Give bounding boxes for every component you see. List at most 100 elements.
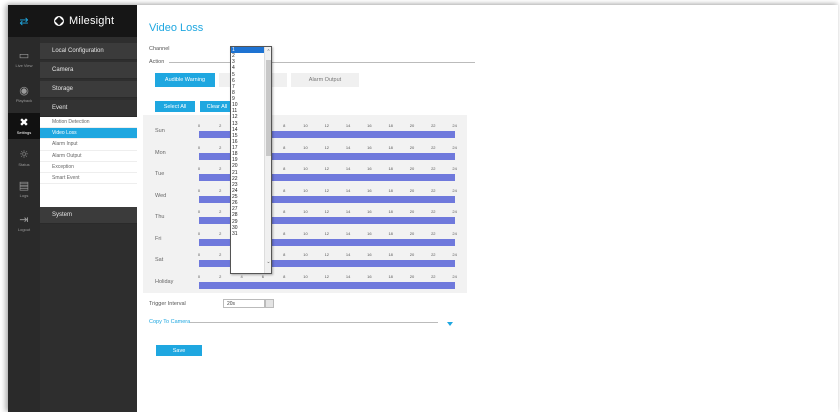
hour-tick: 8 — [283, 230, 286, 236]
nav-event[interactable]: Event — [40, 100, 137, 117]
hour-tick: 2 — [219, 144, 222, 150]
hour-tick: 2 — [219, 123, 222, 128]
playback-icon: ◉ — [19, 84, 29, 97]
rail-item-live-view[interactable]: ▭ Live View — [8, 46, 40, 72]
nav-motion-detection[interactable]: Motion Detection — [40, 117, 137, 129]
hour-tick: 10 — [303, 252, 308, 257]
hour-tick: 0 — [197, 144, 201, 150]
nav-smart-event[interactable]: Smart Event — [40, 173, 137, 185]
hour-tick: 24 — [452, 230, 457, 236]
hour-tick: 22 — [431, 166, 436, 171]
hour-tick: 0 — [197, 273, 201, 279]
event-submenu: Motion Detection Video Loss Alarm Input … — [40, 117, 137, 207]
hour-tick: 12 — [324, 252, 330, 257]
hour-tick: 12 — [324, 273, 330, 279]
hour-tick: 12 — [324, 230, 330, 236]
settings-icon: ✖ — [19, 116, 29, 129]
hour-tick: 6 — [261, 273, 265, 279]
hour-tick: 20 — [409, 166, 415, 171]
scroll-up-icon[interactable]: ⌃ — [266, 49, 271, 55]
hour-tick: 4 — [240, 273, 243, 279]
hour-tick: 24 — [452, 252, 457, 257]
hour-tick: 22 — [431, 209, 436, 214]
logs-icon: ▤ — [18, 179, 30, 192]
nav-video-loss[interactable]: Video Loss — [40, 128, 137, 140]
expand-arrow-icon[interactable] — [447, 322, 453, 326]
tab-audible-warning[interactable]: Audible Warning — [155, 73, 215, 87]
rail-label: Playback — [15, 98, 33, 103]
channel-dropdown[interactable]: 1 2 3 4 5 6 7 8 9 10 11 12 13 14 15 16 17 18 19 20 21 22 23 24 2… — [230, 46, 272, 274]
icon-rail: ⇄ ▭ Live View ◉ Playback ✖ Settings ☼ St… — [8, 5, 40, 412]
rail-item-logs[interactable]: ▤ Logs — [8, 176, 40, 202]
scrollbar-thumb[interactable] — [266, 60, 271, 156]
rail-label: Status — [18, 162, 30, 167]
trigger-interval-select[interactable]: 20s — [223, 299, 265, 308]
copy-divider — [190, 322, 438, 323]
action-label: Action — [149, 59, 165, 65]
hour-tick: 24 — [452, 187, 457, 193]
hour-tick: 12 — [324, 187, 330, 193]
hour-tick: 8 — [283, 209, 286, 214]
hour-tick: 2 — [219, 252, 222, 257]
page-title: Video Loss — [149, 22, 204, 34]
hour-tick: 16 — [367, 166, 372, 171]
hour-tick: 14 — [345, 273, 351, 279]
clear-all-button[interactable]: Clear All — [200, 101, 234, 112]
logout-icon: ⇥ — [19, 213, 29, 226]
hour-tick: 12 — [324, 123, 330, 128]
hour-tick: 12 — [324, 209, 330, 214]
hour-tick: 10 — [303, 123, 308, 128]
rail-label: Live View — [15, 63, 33, 68]
hour-tick: 24 — [452, 209, 457, 214]
hour-tick: 24 — [452, 166, 457, 171]
menu-toggle-button[interactable]: ⇄ — [8, 5, 40, 37]
hour-tick: 14 — [345, 144, 351, 150]
hour-tick: 20 — [409, 144, 415, 150]
nav-alarm-input[interactable]: Alarm Input — [40, 139, 137, 151]
tab-alarm-output[interactable]: Alarm Output — [291, 73, 359, 87]
hour-tick: 0 — [197, 252, 201, 257]
day-label: Wed — [155, 192, 167, 199]
rail-item-playback[interactable]: ◉ Playback — [8, 81, 40, 107]
save-button[interactable]: Save — [156, 345, 202, 356]
milesight-logo-icon — [53, 15, 65, 27]
hour-tick: 22 — [431, 187, 436, 193]
hour-tick: 18 — [388, 166, 393, 171]
select-all-button[interactable]: Select All — [155, 101, 195, 112]
dropdown-scrollbar[interactable]: ⌃ ⌄ — [264, 47, 271, 273]
rail-item-logout[interactable]: ⇥ Logout — [8, 210, 40, 236]
rail-item-settings[interactable]: ✖ Settings — [8, 113, 40, 139]
nav-exception[interactable]: Exception — [40, 162, 137, 173]
scroll-down-icon[interactable]: ⌄ — [266, 259, 271, 265]
hour-ticks: 024681012141618202224 — [183, 166, 457, 172]
sidebar: Milesight Local Configuration Camera Sto… — [40, 5, 137, 412]
hour-tick: 10 — [303, 166, 308, 171]
hour-tick: 20 — [409, 123, 415, 128]
hour-tick: 10 — [303, 144, 308, 150]
nav-storage[interactable]: Storage — [40, 81, 137, 98]
nav-camera[interactable]: Camera — [40, 62, 137, 79]
copy-to-camera-label[interactable]: Copy To Camera — [149, 319, 190, 325]
swap-icon: ⇄ — [19, 14, 29, 28]
hour-tick: 0 — [197, 166, 201, 171]
hour-tick: 8 — [283, 187, 286, 193]
hour-tick: 0 — [197, 230, 201, 236]
schedule-grid[interactable]: 024681012141618202224Sun0246810121416182… — [143, 115, 467, 293]
trigger-interval-spinner[interactable] — [265, 299, 274, 308]
hour-ticks: 024681012141618202224 — [183, 123, 457, 129]
schedule-bar[interactable] — [199, 281, 455, 289]
brand-logo: Milesight — [40, 5, 137, 37]
channel-option[interactable]: 31 — [231, 231, 265, 237]
nav-alarm-output[interactable]: Alarm Output — [40, 151, 137, 162]
rail-item-status[interactable]: ☼ Status — [8, 145, 40, 171]
day-label: Sat — [155, 257, 164, 263]
trigger-interval-label: Trigger Interval — [149, 301, 186, 307]
hour-tick: 0 — [197, 187, 201, 193]
rail-label: Logout — [17, 227, 31, 232]
nav-system[interactable]: System — [40, 207, 137, 224]
live-view-icon: ▭ — [18, 49, 30, 62]
nav-local-configuration[interactable]: Local Configuration — [40, 43, 137, 60]
hour-tick: 16 — [367, 273, 372, 279]
hour-tick: 14 — [345, 187, 351, 193]
hour-tick: 16 — [367, 144, 372, 150]
